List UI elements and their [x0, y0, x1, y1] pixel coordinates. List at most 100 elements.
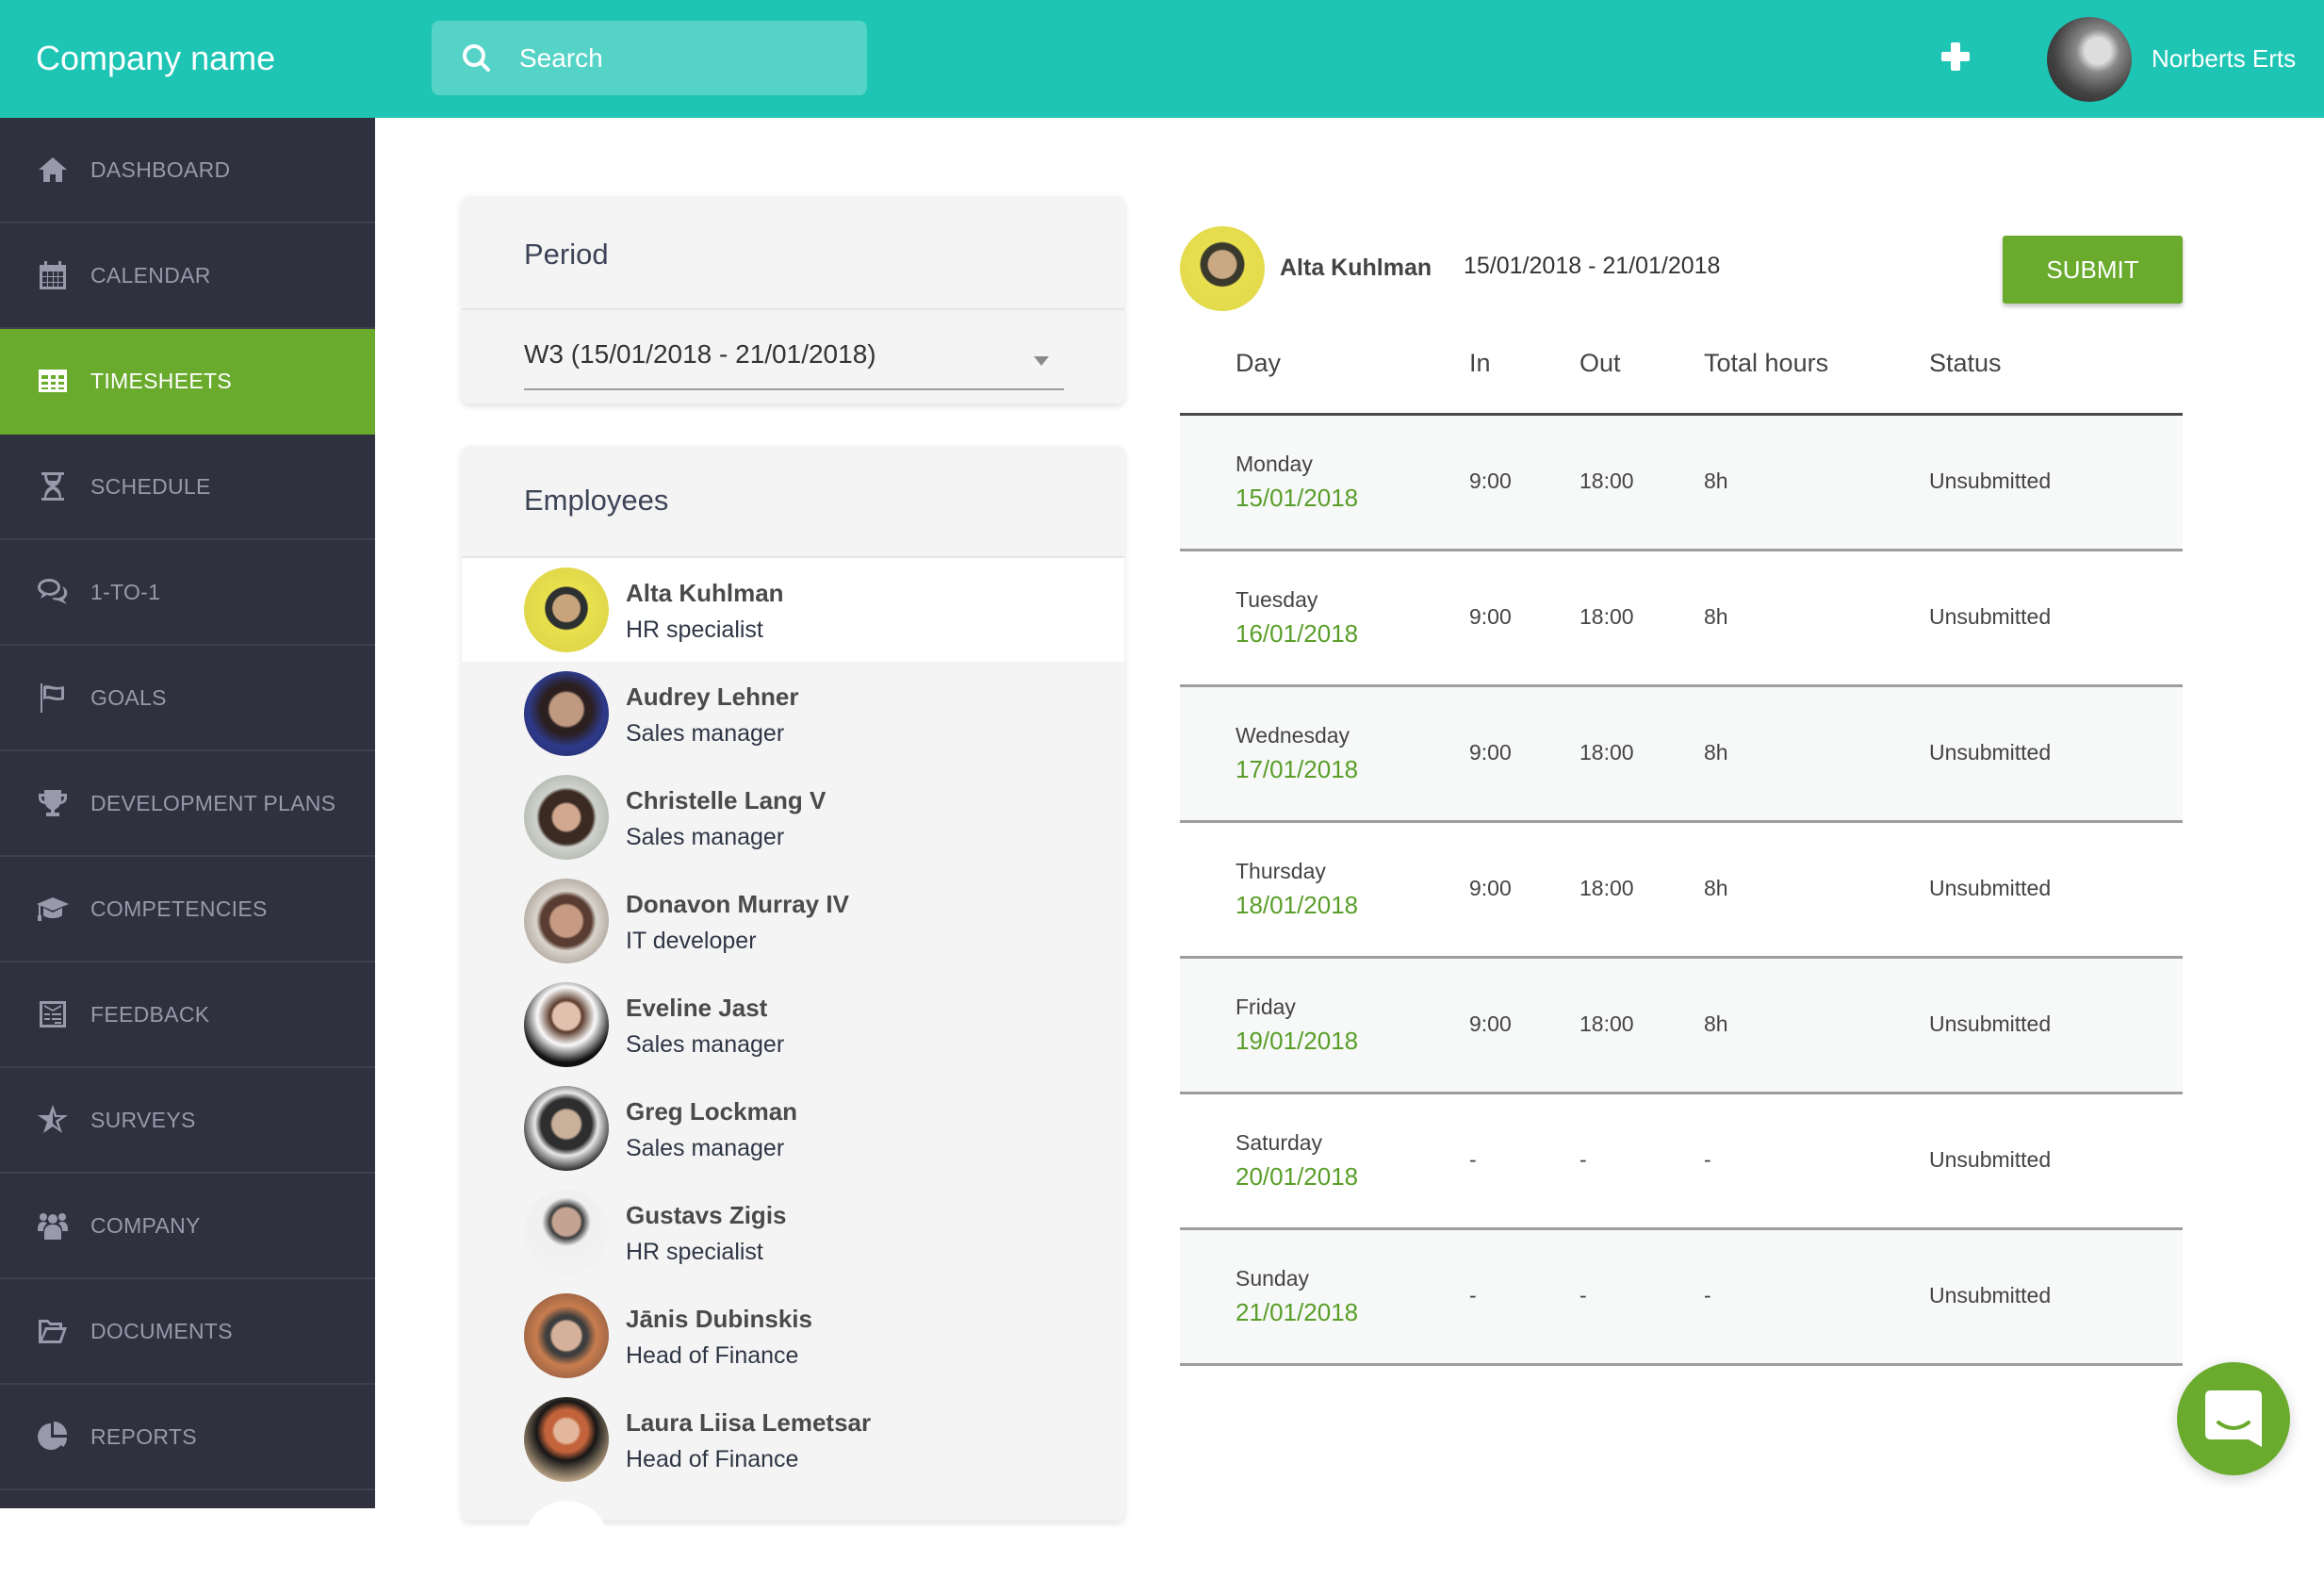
employee-role: Sales manager [626, 1031, 785, 1058]
employee-name: Donavon Murray IV [626, 890, 849, 918]
employee-list-item[interactable]: Eveline Jast Sales manager [462, 973, 1124, 1077]
search-input[interactable]: Search [432, 21, 867, 95]
employee-avatar [524, 775, 609, 860]
time-in[interactable]: - [1469, 1147, 1477, 1173]
user-avatar[interactable] [2047, 17, 2132, 102]
time-in[interactable]: 9:00 [1469, 469, 1512, 494]
feedback-form-icon [36, 997, 70, 1031]
status-text: Unsubmitted [1929, 740, 2052, 765]
time-in[interactable]: 9:00 [1469, 604, 1512, 630]
employee-list-item[interactable]: Laura Liisa Lemetsar Head of Finance [462, 1388, 1124, 1491]
sidebar-item-label: DASHBOARD [90, 156, 231, 182]
status-text: Unsubmitted [1929, 469, 2052, 493]
status-text: Unsubmitted [1929, 604, 2052, 629]
user-name[interactable]: Norberts Erts [2152, 42, 2296, 74]
employee-list-item[interactable]: Christelle Lang V Sales manager [462, 765, 1124, 869]
sidebar-item-company[interactable]: COMPANY [0, 1174, 375, 1279]
total-hours: 8h [1704, 469, 1728, 493]
table-row[interactable]: Friday 19/01/2018 9:00 18:00 8h Unsubmitted [1180, 959, 2183, 1094]
time-out[interactable]: 18:00 [1579, 469, 1634, 494]
pie-chart-icon [36, 1420, 70, 1454]
employee-role: IT developer [626, 928, 757, 954]
time-out[interactable]: 18:00 [1579, 1011, 1634, 1037]
day-name: Tuesday [1236, 587, 1318, 612]
time-out[interactable]: 18:00 [1579, 604, 1634, 630]
column-header-out: Out [1579, 349, 1621, 377]
submit-button[interactable]: SUBMIT [2003, 236, 2183, 304]
employee-list: Alta Kuhlman HR specialist Audrey Lehner Sa… [462, 558, 1124, 1595]
sidebar-item-label: SURVEYS [90, 1107, 196, 1132]
sidebar-item-calendar[interactable]: CALENDAR [0, 223, 375, 329]
table-row[interactable]: Thursday 18/01/2018 9:00 18:00 8h Unsubmitted [1180, 823, 2183, 959]
sidebar-item-label: COMPANY [90, 1212, 201, 1238]
sidebar: DASHBOARD CALENDAR TIMESHEETS SCHEDULE 1-TO-… [0, 118, 375, 1508]
sidebar-item-documents[interactable]: DOCUMENTS [0, 1279, 375, 1385]
employee-list-item[interactable]: Donavon Murray IV IT developer [462, 869, 1124, 973]
sidebar-item-label: GOALS [90, 684, 167, 710]
status-text: Unsubmitted [1929, 1147, 2052, 1172]
employee-avatar [524, 879, 609, 963]
sidebar-item-label: CALENDAR [90, 262, 211, 288]
employee-avatar [524, 1501, 609, 1586]
sidebar-item-feedback[interactable]: FEEDBACK [0, 962, 375, 1068]
day-date: 19/01/2018 [1236, 1027, 1359, 1055]
timesheet-table: Day In Out Total hours Status Monday 15/0… [1180, 339, 2183, 1366]
sidebar-item-development-plans[interactable]: DEVELOPMENT PLANS [0, 751, 375, 857]
trophy-icon [36, 786, 70, 820]
table-row[interactable]: Sunday 21/01/2018 - - - Unsubmitted [1180, 1230, 2183, 1366]
employee-role: HR specialist [626, 1239, 763, 1265]
sidebar-item-schedule[interactable]: SCHEDULE [0, 435, 375, 540]
sidebar-item-label: REPORTS [90, 1423, 197, 1449]
period-card: Period W3 (15/01/2018 - 21/01/2018) [462, 196, 1124, 403]
sidebar-item-label: COMPETENCIES [90, 896, 268, 921]
employee-list-item[interactable] [462, 1491, 1124, 1595]
sidebar-item-reports[interactable]: REPORTS [0, 1385, 375, 1490]
employee-list-item[interactable]: Alta Kuhlman HR specialist [462, 558, 1124, 662]
time-in[interactable]: 9:00 [1469, 1011, 1512, 1037]
time-in[interactable]: 9:00 [1469, 876, 1512, 901]
table-row[interactable]: Saturday 20/01/2018 - - - Unsubmitted [1180, 1094, 2183, 1230]
employee-list-item[interactable]: Jānis Dubinskis Head of Finance [462, 1284, 1124, 1388]
sidebar-item-dashboard[interactable]: DASHBOARD [0, 118, 375, 223]
day-name: Thursday [1236, 859, 1326, 883]
employee-avatar [524, 671, 609, 756]
sidebar-item-1-to-1[interactable]: 1-TO-1 [0, 540, 375, 646]
sidebar-item-competencies[interactable]: COMPETENCIES [0, 857, 375, 962]
table-row[interactable]: Monday 15/01/2018 9:00 18:00 8h Unsubmitted [1180, 416, 2183, 551]
chat-widget-button[interactable] [2177, 1362, 2290, 1475]
chevron-down-icon[interactable] [1034, 356, 1049, 366]
time-out[interactable]: - [1579, 1283, 1587, 1308]
time-in[interactable]: - [1469, 1283, 1477, 1308]
employee-role: Head of Finance [626, 1342, 799, 1369]
employee-role: HR specialist [626, 617, 763, 643]
column-header-in: In [1469, 349, 1491, 377]
time-out[interactable]: - [1579, 1147, 1587, 1173]
sidebar-item-surveys[interactable]: SURVEYS [0, 1068, 375, 1174]
table-row[interactable]: Tuesday 16/01/2018 9:00 18:00 8h Unsubmitted [1180, 551, 2183, 687]
employee-list-item[interactable]: Audrey Lehner Sales manager [462, 662, 1124, 765]
time-out[interactable]: 18:00 [1579, 876, 1634, 901]
sidebar-item-timesheets[interactable]: TIMESHEETS [0, 329, 375, 435]
employee-list-item[interactable]: Greg Lockman Sales manager [462, 1077, 1124, 1180]
time-out[interactable]: 18:00 [1579, 740, 1634, 765]
status-text: Unsubmitted [1929, 876, 2052, 900]
employee-list-item[interactable]: Gustavs Zigis HR specialist [462, 1180, 1124, 1284]
employee-avatar [524, 567, 609, 652]
table-row[interactable]: Wednesday 17/01/2018 9:00 18:00 8h Unsubmitte… [1180, 687, 2183, 823]
chat-bubbles-icon [36, 575, 70, 609]
employee-name: Jānis Dubinskis [626, 1305, 812, 1333]
sidebar-item-label: SCHEDULE [90, 473, 211, 499]
company-name[interactable]: Company name [36, 36, 275, 81]
plus-icon[interactable] [1937, 38, 1974, 75]
star-half-icon [36, 1103, 70, 1137]
day-name: Friday [1236, 995, 1296, 1019]
table-header: Day In Out Total hours Status [1180, 339, 2183, 416]
chat-smile-icon [2205, 1390, 2262, 1447]
period-select-value[interactable]: W3 (15/01/2018 - 21/01/2018) [524, 339, 876, 370]
graduation-cap-icon [36, 892, 70, 926]
time-in[interactable]: 9:00 [1469, 740, 1512, 765]
employee-role: Head of Finance [626, 1446, 799, 1472]
search-placeholder: Search [519, 43, 603, 73]
employee-name: Audrey Lehner [626, 682, 799, 711]
sidebar-item-goals[interactable]: GOALS [0, 646, 375, 751]
